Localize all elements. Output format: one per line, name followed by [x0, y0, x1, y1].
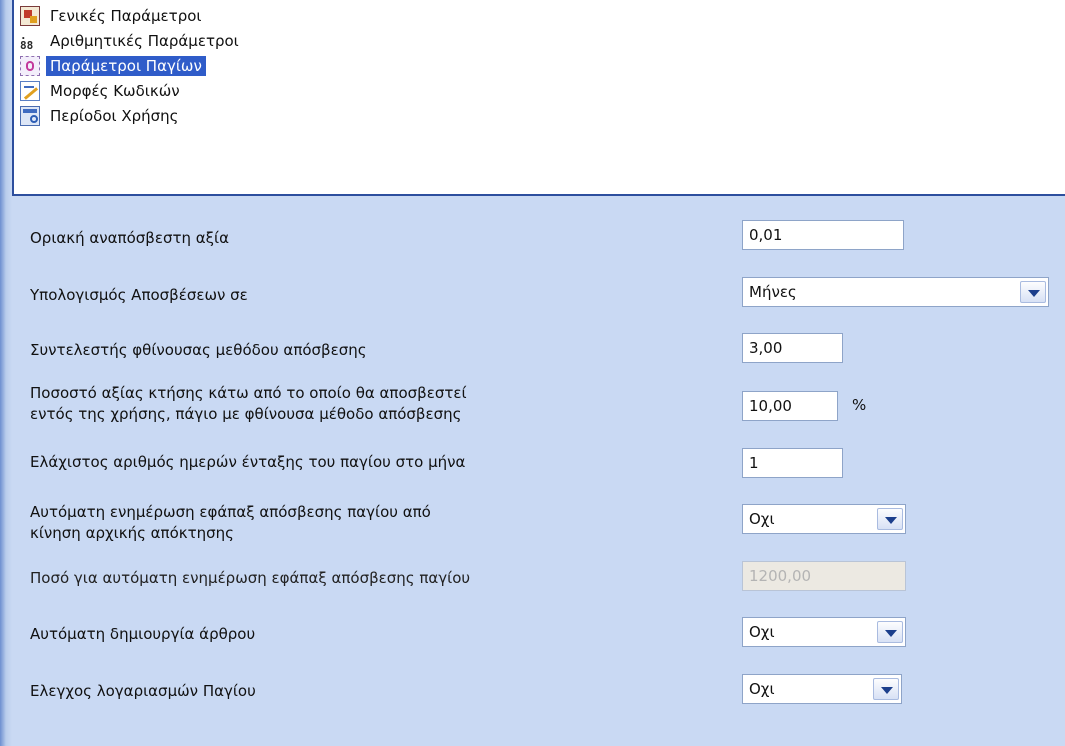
- auto-create-entry-select[interactable]: Οχι: [742, 617, 906, 647]
- fixed-asset-parameters-window: Γενικές Παράμετροι . 88 Αριθμητικές Παράμ…: [0, 0, 1065, 746]
- chevron-down-icon[interactable]: [873, 678, 899, 700]
- auto-update-amount-input: 1200,00: [742, 561, 906, 591]
- numeric-parameters-icon: . 88: [20, 29, 34, 52]
- acquisition-percentage-label-line1: Ποσοστό αξίας κτήσης κάτω από το οποίο θ…: [30, 384, 467, 402]
- auto-update-lump-select[interactable]: Οχι: [742, 504, 906, 534]
- fiscal-periods-icon: [20, 106, 40, 126]
- acquisition-percentage-label-line2: εντός της χρήσης, πάγιο με φθίνουσα μέθο…: [30, 405, 462, 423]
- tree-item-numeric-parameters[interactable]: . 88 Αριθμητικές Παράμετροι: [20, 30, 243, 52]
- asset-account-check-select[interactable]: Οχι: [742, 674, 902, 704]
- tree-item-label: Παράμετροι Παγίων: [46, 56, 206, 76]
- declining-factor-input[interactable]: 3,00: [742, 333, 843, 363]
- tree-item-general-parameters[interactable]: Γενικές Παράμετροι: [20, 5, 205, 27]
- fixed-assets-icon: [20, 56, 40, 76]
- auto-create-entry-label: Αυτόματη δημιουργία άρθρου: [30, 625, 256, 643]
- tree-item-label: Περίοδοι Χρήσης: [50, 107, 179, 125]
- percent-unit-label: %: [852, 396, 867, 414]
- code-formats-icon: [20, 81, 40, 101]
- tree-item-code-formats[interactable]: Μορφές Κωδικών: [20, 80, 184, 102]
- depreciation-calc-select[interactable]: Μήνες: [742, 277, 1049, 307]
- tree-item-label: Γενικές Παράμετροι: [50, 7, 202, 25]
- tree-item-fixed-asset-parameters[interactable]: Παράμετροι Παγίων: [20, 55, 206, 77]
- auto-create-entry-value: Οχι: [749, 623, 775, 641]
- min-days-input[interactable]: 1: [742, 448, 843, 478]
- min-depreciable-value-input[interactable]: 0,01: [742, 220, 904, 250]
- declining-factor-label: Συντελεστής φθίνουσας μεθόδου απόσβεσης: [30, 341, 367, 359]
- auto-update-lump-label-line2: κίνηση αρχικής απόκτησης: [30, 524, 234, 542]
- chevron-down-icon[interactable]: [877, 621, 903, 643]
- asset-account-check-value: Οχι: [749, 680, 775, 698]
- min-days-label: Ελάχιστος αριθμός ημερών ένταξης του παγ…: [30, 453, 466, 471]
- min-depreciable-value-label: Οριακή αναπόσβεστη αξία: [30, 229, 229, 247]
- chevron-down-icon[interactable]: [877, 508, 903, 530]
- acquisition-percentage-input[interactable]: 10,00: [742, 391, 838, 421]
- chevron-down-icon[interactable]: [1020, 281, 1046, 303]
- general-settings-icon: [20, 6, 40, 26]
- auto-update-lump-value: Οχι: [749, 510, 775, 528]
- depreciation-calc-value: Μήνες: [749, 283, 797, 301]
- auto-update-lump-label-line1: Αυτόματη ενημέρωση εφάπαξ απόσβεσης παγί…: [30, 503, 431, 521]
- tree-item-fiscal-periods[interactable]: Περίοδοι Χρήσης: [20, 105, 182, 127]
- auto-update-amount-label: Ποσό για αυτόματη ενημέρωση εφάπαξ απόσβ…: [30, 569, 471, 587]
- tree-item-label: Μορφές Κωδικών: [50, 82, 180, 100]
- parameters-tree-panel: Γενικές Παράμετροι . 88 Αριθμητικές Παράμ…: [12, 0, 1065, 196]
- tree-item-label: Αριθμητικές Παράμετροι: [50, 32, 239, 50]
- depreciation-calc-label: Υπολογισμός Αποσβέσεων σε: [30, 286, 248, 304]
- asset-account-check-label: Ελεγχος λογαριασμών Παγίου: [30, 682, 256, 700]
